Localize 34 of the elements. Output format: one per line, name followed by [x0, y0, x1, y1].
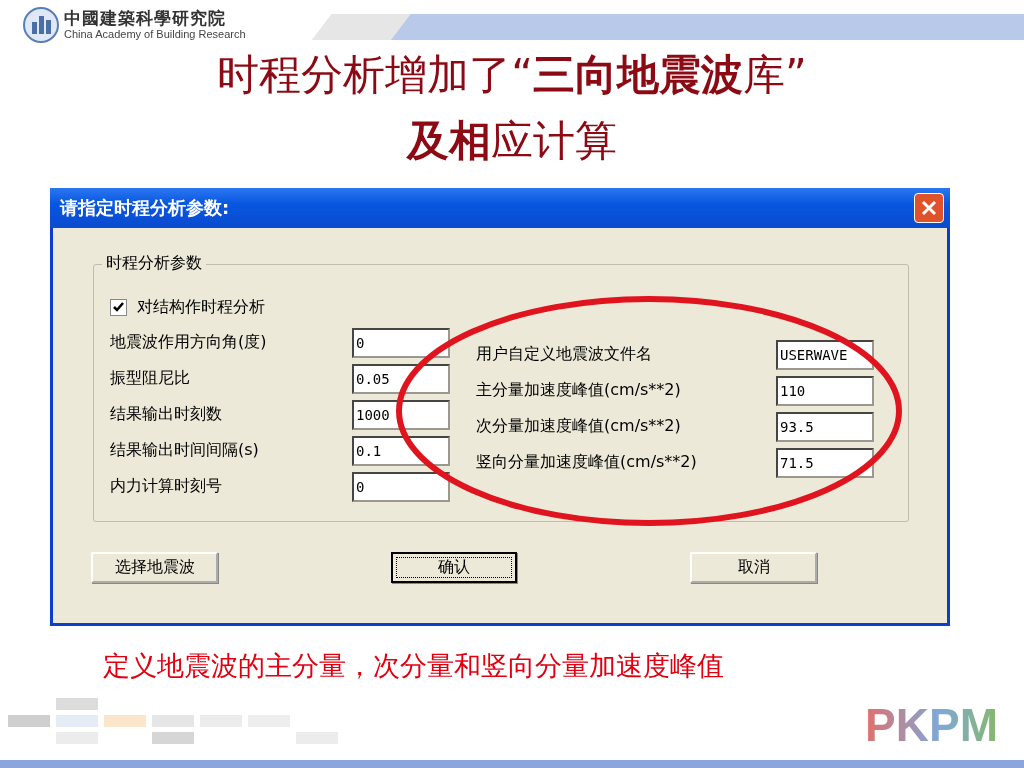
dialog-button[interactable]: 取消	[690, 551, 817, 583]
input-field[interactable]: 0	[352, 471, 450, 502]
field-label: 内力计算时刻号	[110, 476, 223, 498]
input-field[interactable]: 0.05	[352, 363, 450, 394]
field-label: 次分量加速度峰值(cm/s**2)	[476, 416, 682, 438]
input-field[interactable]: 71.5	[776, 447, 874, 478]
group-label: 时程分析参数	[102, 252, 206, 274]
input-field[interactable]: 110	[776, 375, 874, 406]
field-label: 主分量加速度峰值(cm/s**2)	[476, 380, 682, 402]
input-field[interactable]: USERWAVE	[776, 339, 874, 370]
organization-name-english: China Academy of Building Research	[64, 28, 246, 42]
field-label: 用户自定义地震波文件名	[476, 344, 653, 366]
organization-name: 中國建築科學研究院	[64, 8, 227, 29]
building-logo-icon	[22, 5, 60, 44]
field-label: 振型阻尼比	[110, 368, 191, 390]
slide-title: 时程分析增加了“三向地震波库”	[217, 48, 807, 101]
dialog-title: 请指定时程分析参数:	[60, 195, 230, 220]
slide-title: 及相应计算	[407, 114, 617, 167]
input-field[interactable]: 0.1	[352, 435, 450, 466]
dialog-button[interactable]: 确认	[391, 551, 517, 583]
checkbox[interactable]	[110, 299, 127, 317]
input-field[interactable]: 93.5	[776, 411, 874, 442]
field-label: 结果输出时间间隔(s)	[110, 440, 260, 462]
close-icon	[921, 199, 937, 216]
field-label: 竖向分量加速度峰值(cm/s**2)	[476, 452, 698, 474]
field-label: 地震波作用方向角(度)	[110, 332, 268, 354]
field-label: 结果输出时刻数	[110, 404, 223, 426]
input-field[interactable]: 1000	[352, 399, 450, 430]
checkmark-icon	[113, 302, 124, 314]
dialog-button[interactable]: 选择地震波	[91, 551, 218, 583]
input-field[interactable]: 0	[352, 327, 450, 358]
close-button[interactable]	[914, 192, 944, 223]
slide-caption: 定义地震波的主分量，次分量和竖向分量加速度峰值	[103, 649, 725, 684]
checkbox-label: 对结构作时程分析	[137, 297, 265, 319]
